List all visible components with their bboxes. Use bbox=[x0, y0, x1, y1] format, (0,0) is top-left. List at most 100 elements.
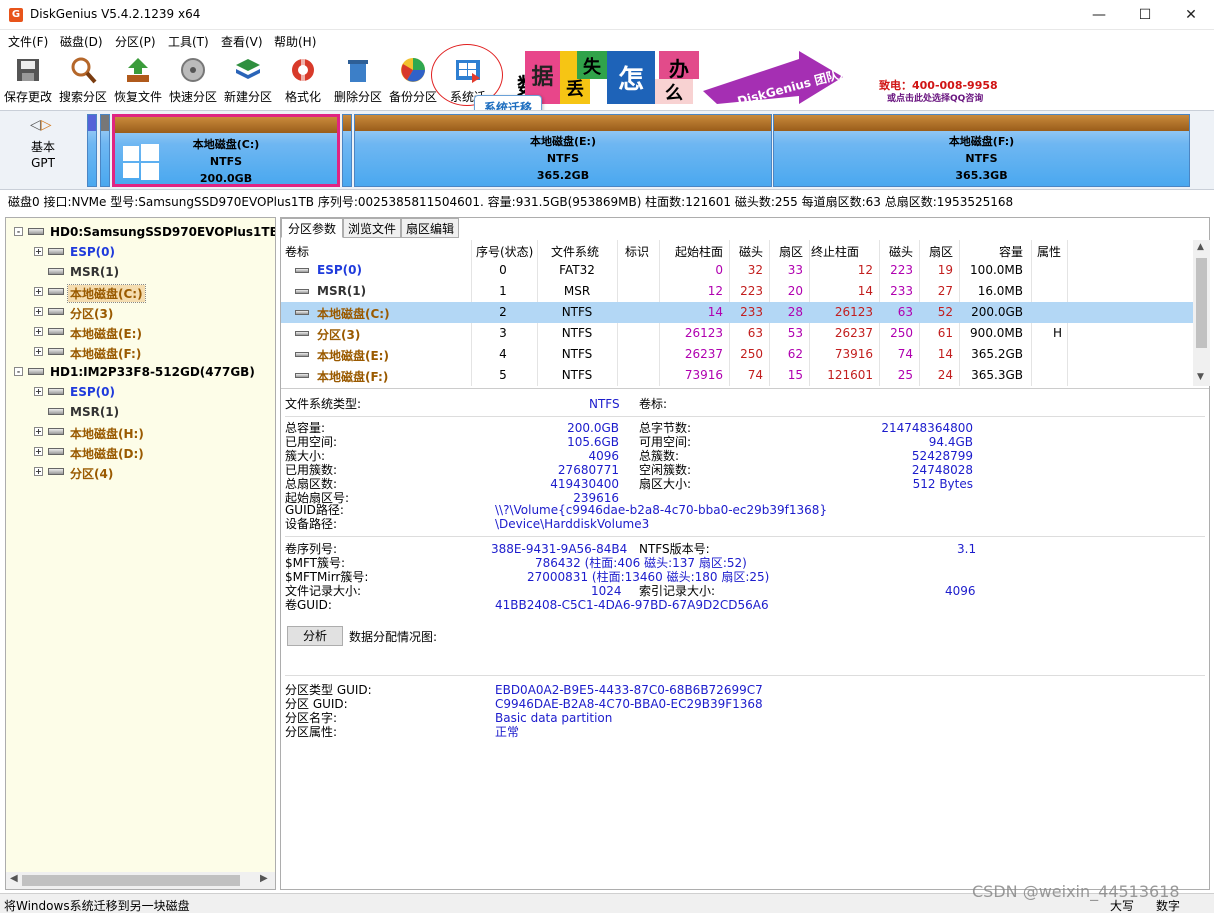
scroll-up-icon[interactable]: ▲ bbox=[1197, 242, 1204, 252]
scroll-left-icon[interactable]: ◀ bbox=[10, 873, 18, 884]
tree-node-label: 分区(3) bbox=[70, 307, 114, 321]
tab-browse-files[interactable]: 浏览文件 bbox=[343, 218, 401, 238]
promo-banner[interactable]: 数 据 丢 失 怎 么 办 DiskGenius 团队为您服务 致电：400-0… bbox=[513, 51, 997, 104]
tree-disk-node[interactable]: - HD1:IM2P33F8-512GD(477GB) bbox=[6, 362, 275, 382]
tab-sector-edit[interactable]: 扇区编辑 bbox=[401, 218, 459, 238]
tree-partition-node[interactable]: + 本地磁盘(H:) bbox=[6, 422, 275, 442]
table-row[interactable]: MSR(1) 1 MSR 12 223 20 14 233 27 16.0MB bbox=[281, 281, 1193, 302]
maximize-button[interactable]: ☐ bbox=[1122, 0, 1168, 30]
delete-partition-button[interactable]: 删除分区 bbox=[331, 54, 385, 106]
table-cell-sh: 63 bbox=[747, 326, 763, 340]
partition-c-block[interactable]: 本地磁盘(C:) NTFS 200.0GB bbox=[112, 114, 340, 187]
tree-partition-node[interactable]: + 分区(3) bbox=[6, 302, 275, 322]
tree-partition-node[interactable]: MSR(1) bbox=[6, 262, 275, 282]
expand-icon[interactable]: + bbox=[34, 447, 43, 456]
expand-icon[interactable]: + bbox=[34, 287, 43, 296]
column-header[interactable]: 文件系统 bbox=[551, 243, 599, 260]
table-row[interactable]: ESP(0) 0 FAT32 0 32 33 12 223 19 100.0MB bbox=[281, 260, 1193, 281]
column-header[interactable]: 磁头 bbox=[739, 243, 763, 260]
save-changes-button[interactable]: 保存更改 bbox=[1, 54, 55, 106]
column-header[interactable]: 终止柱面 bbox=[811, 243, 859, 260]
tree-partition-node[interactable]: + ESP(0) bbox=[6, 382, 275, 402]
tree-partition-node[interactable]: + 本地磁盘(C:) bbox=[6, 282, 275, 303]
minimize-button[interactable]: — bbox=[1076, 0, 1122, 30]
disk-tree[interactable]: - HD0:SamsungSSD970EVOPlus1TB(93 + ESP(0) MS… bbox=[5, 217, 276, 890]
column-header[interactable]: 扇区 bbox=[779, 243, 803, 260]
tree-disk-node[interactable]: - HD0:SamsungSSD970EVOPlus1TB(93 bbox=[6, 222, 275, 242]
disk-nav-arrows[interactable]: ◁▷ bbox=[30, 117, 52, 133]
table-cell-cap: 16.0MB bbox=[977, 284, 1023, 298]
new-partition-button[interactable]: 新建分区 bbox=[221, 54, 275, 106]
collapse-icon[interactable]: - bbox=[14, 227, 23, 236]
tree-horizontal-scrollbar[interactable]: ◀ ▶ bbox=[6, 872, 275, 889]
column-header[interactable]: 序号(状态) bbox=[476, 243, 533, 260]
scroll-down-icon[interactable]: ▼ bbox=[1197, 372, 1204, 382]
partition-guid-label: 分区 GUID: bbox=[285, 697, 348, 711]
column-header[interactable]: 容量 bbox=[999, 243, 1023, 260]
expand-icon[interactable]: + bbox=[34, 307, 43, 316]
table-vertical-scrollbar[interactable]: ▲ ▼ bbox=[1193, 240, 1210, 386]
table-row[interactable]: 本地磁盘(E:) 4 NTFS 26237 250 62 73916 74 14 365.2GB bbox=[281, 344, 1193, 365]
recover-files-label: 恢复文件 bbox=[113, 90, 162, 104]
table-cell-eh: 63 bbox=[897, 305, 913, 319]
column-header[interactable]: 卷标 bbox=[285, 243, 309, 260]
expand-icon[interactable]: + bbox=[34, 427, 43, 436]
tree-partition-node[interactable]: + 分区(4) bbox=[6, 462, 275, 482]
table-row[interactable]: 本地磁盘(F:) 5 NTFS 73916 74 15 121601 25 24 365.3GB bbox=[281, 365, 1193, 386]
analyze-button[interactable]: 分析 bbox=[287, 626, 343, 646]
column-header[interactable]: 标识 bbox=[625, 243, 649, 260]
partition-e-name: 本地磁盘(E:) bbox=[530, 135, 596, 148]
prev-disk-icon[interactable]: ◁ bbox=[30, 117, 41, 133]
divider bbox=[285, 416, 1205, 417]
close-button[interactable]: ✕ bbox=[1168, 0, 1214, 30]
expand-icon[interactable]: + bbox=[34, 387, 43, 396]
menu-help[interactable]: 帮助(H) bbox=[274, 33, 316, 50]
app-logo-icon: G bbox=[9, 8, 23, 22]
scrollbar-thumb[interactable] bbox=[22, 875, 240, 886]
device-path-label: 设备路径: bbox=[285, 517, 338, 531]
quick-partition-icon bbox=[181, 58, 205, 82]
format-button[interactable]: 格式化 bbox=[276, 54, 330, 106]
tree-partition-node[interactable]: + 本地磁盘(D:) bbox=[6, 442, 275, 462]
column-header[interactable]: 磁头 bbox=[889, 243, 913, 260]
menu-view[interactable]: 查看(V) bbox=[221, 33, 263, 50]
banner-char-4: 失 bbox=[577, 51, 607, 79]
table-cell-sc: 26237 bbox=[684, 347, 723, 361]
format-icon bbox=[292, 58, 314, 82]
menu-file[interactable]: 文件(F) bbox=[8, 33, 48, 50]
expand-icon[interactable]: + bbox=[34, 467, 43, 476]
menu-bar: 文件(F) 磁盘(D) 分区(P) 工具(T) 查看(V) 帮助(H) bbox=[0, 30, 1214, 52]
menu-disk[interactable]: 磁盘(D) bbox=[60, 33, 103, 50]
index-record-size-label: 索引记录大小: bbox=[639, 584, 716, 598]
menu-partition[interactable]: 分区(P) bbox=[115, 33, 156, 50]
tree-partition-node[interactable]: + 本地磁盘(F:) bbox=[6, 342, 275, 362]
tree-partition-node[interactable]: + 本地磁盘(E:) bbox=[6, 322, 275, 342]
expand-icon[interactable]: + bbox=[34, 247, 43, 256]
next-disk-icon[interactable]: ▷ bbox=[41, 117, 52, 133]
tab-partition-params[interactable]: 分区参数 bbox=[281, 218, 343, 238]
partition-msr-block[interactable] bbox=[100, 114, 110, 187]
tree-partition-node[interactable]: MSR(1) bbox=[6, 402, 275, 422]
column-header[interactable]: 扇区 bbox=[929, 243, 953, 260]
menu-tools[interactable]: 工具(T) bbox=[168, 33, 209, 50]
table-cell-name: 本地磁盘(F:) bbox=[317, 370, 389, 384]
scrollbar-thumb[interactable] bbox=[1196, 258, 1207, 348]
column-header[interactable]: 起始柱面 bbox=[675, 243, 723, 260]
partition-f-name: 本地磁盘(F:) bbox=[948, 135, 1015, 148]
partition-esp-block[interactable] bbox=[87, 114, 97, 187]
partition-f-block[interactable]: 本地磁盘(F:) NTFS 365.3GB bbox=[773, 114, 1190, 187]
partition-e-block[interactable]: 本地磁盘(E:) NTFS 365.2GB bbox=[354, 114, 772, 187]
recover-files-button[interactable]: 恢复文件 bbox=[111, 54, 165, 106]
quick-partition-button[interactable]: 快速分区 bbox=[166, 54, 220, 106]
collapse-icon[interactable]: - bbox=[14, 367, 23, 376]
column-header[interactable]: 属性 bbox=[1037, 243, 1061, 260]
volume-serial-label: 卷序列号: bbox=[285, 542, 338, 556]
tree-partition-node[interactable]: + ESP(0) bbox=[6, 242, 275, 262]
partition-3-block[interactable] bbox=[342, 114, 352, 187]
search-partition-button[interactable]: 搜索分区 bbox=[56, 54, 110, 106]
table-row[interactable]: 本地磁盘(C:) 2 NTFS 14 233 28 26123 63 52 200.0GB bbox=[281, 302, 1193, 323]
expand-icon[interactable]: + bbox=[34, 347, 43, 356]
table-row[interactable]: 分区(3) 3 NTFS 26123 63 53 26237 250 61 900.0MB H bbox=[281, 323, 1193, 344]
scroll-right-icon[interactable]: ▶ bbox=[260, 873, 268, 884]
expand-icon[interactable]: + bbox=[34, 327, 43, 336]
